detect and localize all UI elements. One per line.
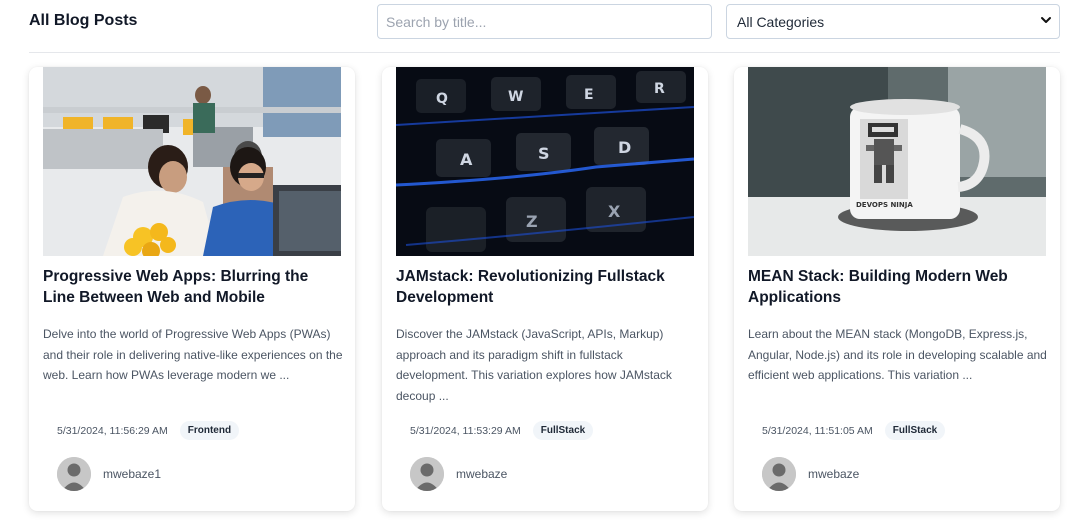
blog-post-card[interactable]: Q W E R A S D Z X JAMstack: Revolutioniz… — [382, 67, 708, 511]
chevron-down-icon — [1041, 17, 1051, 23]
office-photo — [43, 67, 341, 256]
post-author: mwebaze — [410, 457, 507, 491]
key-q-label: Q — [436, 91, 448, 107]
key-d-label: D — [618, 138, 631, 157]
key-e-label: E — [584, 87, 594, 103]
post-author: mwebaze — [762, 457, 859, 491]
user-avatar-icon — [57, 457, 91, 491]
post-excerpt: Discover the JAMstack (JavaScript, APIs,… — [396, 327, 672, 403]
post-meta: 5/31/2024, 11:53:29 AM FullStack — [410, 421, 594, 440]
post-image[interactable]: Q W E R A S D Z X — [396, 67, 694, 256]
author-name: mwebaze — [456, 467, 508, 481]
key-x-label: X — [608, 202, 621, 221]
key-z-label: Z — [526, 212, 538, 231]
category-badge: FullStack — [884, 421, 946, 440]
post-title[interactable]: MEAN Stack: Building Modern Web Applicat… — [748, 266, 1048, 308]
author-name: mwebaze1 — [103, 467, 162, 481]
key-r-label: R — [654, 81, 665, 97]
search-input[interactable] — [377, 4, 712, 39]
author-name: mwebaze — [808, 467, 860, 481]
user-avatar-icon — [410, 457, 444, 491]
mug-photo: DEVOPS NINJA — [748, 67, 1046, 256]
key-w-label: W — [508, 89, 523, 105]
post-date: 5/31/2024, 11:56:29 AM — [57, 424, 168, 437]
avatar — [57, 457, 91, 491]
key-a-label: A — [460, 150, 473, 169]
key-s-label: S — [538, 144, 550, 163]
post-author: mwebaze1 — [57, 457, 161, 491]
post-title[interactable]: Progressive Web Apps: Blurring the Line … — [43, 266, 343, 308]
post-date: 5/31/2024, 11:51:05 AM — [762, 424, 873, 437]
post-image[interactable]: DEVOPS NINJA — [748, 67, 1046, 256]
post-title[interactable]: JAMstack: Revolutionizing Fullstack Deve… — [396, 266, 696, 308]
page-title: All Blog Posts — [29, 12, 138, 29]
category-badge: Frontend — [179, 421, 240, 440]
post-excerpt: Learn about the MEAN stack (MongoDB, Exp… — [748, 327, 1047, 382]
blog-post-card[interactable]: DEVOPS NINJA MEAN Stack: Building Modern… — [734, 67, 1060, 511]
blog-post-card[interactable]: Progressive Web Apps: Blurring the Line … — [29, 67, 355, 511]
post-meta: 5/31/2024, 11:56:29 AM Frontend — [57, 421, 240, 440]
category-select[interactable]: All Categories — [726, 4, 1060, 39]
mug-print-text: DEVOPS NINJA — [856, 201, 913, 209]
user-avatar-icon — [762, 457, 796, 491]
post-excerpt: Delve into the world of Progressive Web … — [43, 327, 343, 382]
category-select-value: All Categories — [737, 14, 825, 30]
avatar — [762, 457, 796, 491]
post-date: 5/31/2024, 11:53:29 AM — [410, 424, 521, 437]
keyboard-photo: Q W E R A S D Z X — [396, 67, 694, 256]
post-meta: 5/31/2024, 11:51:05 AM FullStack — [762, 421, 946, 440]
category-badge: FullStack — [532, 421, 594, 440]
post-image[interactable] — [43, 67, 341, 256]
page-header: All Blog Posts All Categories — [29, 0, 1060, 53]
avatar — [410, 457, 444, 491]
